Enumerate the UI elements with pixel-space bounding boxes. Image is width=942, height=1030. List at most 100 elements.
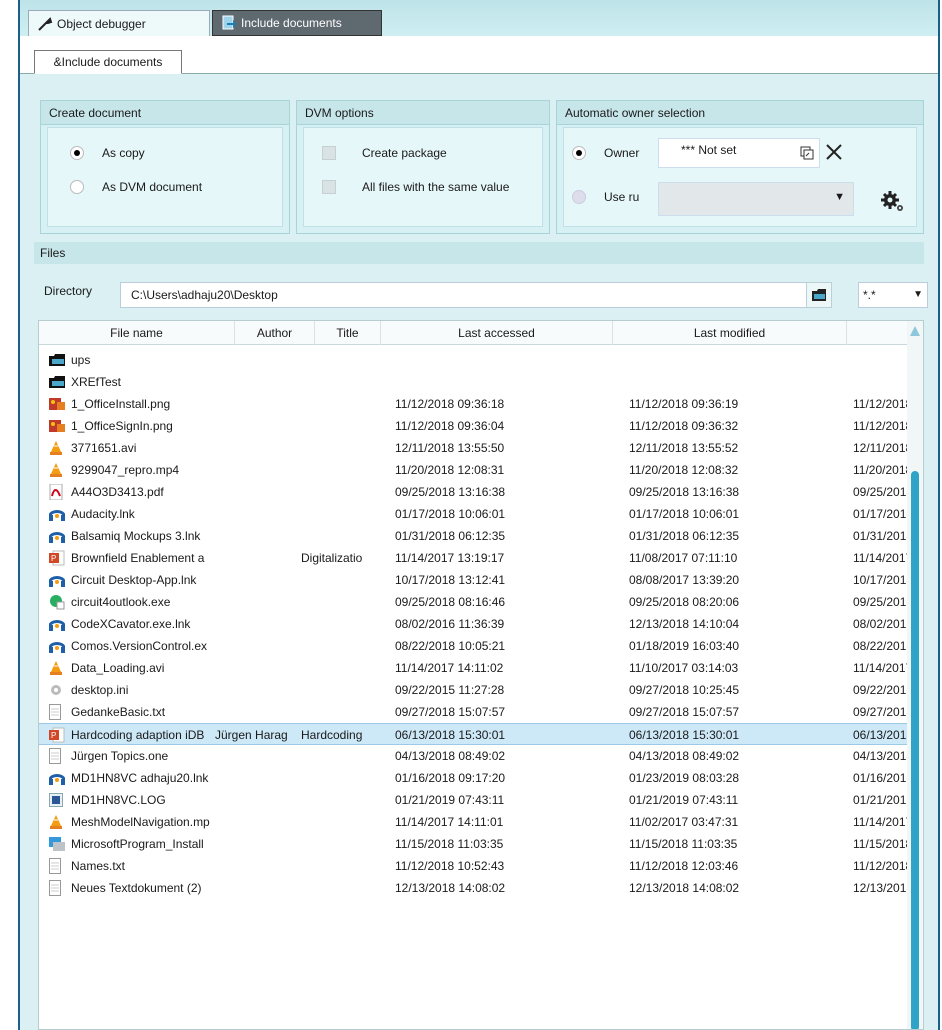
- radio-label: As DVM document: [102, 180, 203, 194]
- files-section-header: Files: [34, 242, 924, 264]
- file-date-extra: 12/11/2018: [853, 441, 913, 455]
- file-row[interactable]: P Brownfield Enablement a Digitalizatio 11/…: [39, 547, 912, 569]
- svg-text:P: P: [51, 731, 56, 740]
- tab-object-debugger[interactable]: Object debugger: [28, 10, 210, 36]
- folder-icon: [49, 349, 67, 371]
- file-date-extra: 11/20/2018: [853, 463, 913, 477]
- select-owner-icon[interactable]: [799, 145, 815, 161]
- file-last-modified: 06/13/2018 15:30:01: [629, 728, 740, 742]
- file-row[interactable]: desktop.ini 09/22/2015 11:27:28 09/27/2018…: [39, 679, 913, 701]
- svg-text:P: P: [51, 554, 56, 563]
- tab-label: Object debugger: [57, 16, 146, 31]
- column-last-accessed[interactable]: Last accessed: [381, 321, 613, 345]
- file-last-modified: 11/12/2018 09:36:32: [629, 419, 739, 433]
- clear-owner-icon[interactable]: [822, 140, 846, 164]
- file-name: Balsamiq Mockups 3.lnk: [71, 529, 201, 543]
- radio-button[interactable]: [70, 180, 84, 194]
- column-author[interactable]: Author: [235, 321, 315, 345]
- file-filter-dropdown[interactable]: *.* ▼: [858, 282, 928, 308]
- file-last-accessed: 04/13/2018 08:49:02: [395, 749, 506, 763]
- file-row[interactable]: Comos.VersionControl.ex 08/22/2018 10:05:…: [39, 635, 913, 657]
- vlc-media-icon: [49, 811, 67, 833]
- file-date-extra: 11/15/2018: [853, 837, 913, 851]
- file-list[interactable]: File name Author Title Last accessed Las…: [38, 320, 924, 1030]
- file-row[interactable]: Names.txt 11/12/2018 10:52:43 11/12/2018 1…: [39, 855, 912, 877]
- file-name: 1_OfficeInstall.png: [71, 397, 171, 411]
- radio-as-copy[interactable]: As copy: [70, 146, 145, 160]
- owner-field[interactable]: *** Not set: [658, 138, 820, 168]
- filter-value: *.*: [863, 288, 876, 302]
- checkbox[interactable]: [322, 180, 336, 194]
- file-name: XREfTest: [71, 375, 122, 389]
- file-last-accessed: 10/17/2018 13:12:41: [395, 573, 506, 587]
- owner-value: *** Not set: [681, 143, 737, 157]
- text-file-icon: [49, 745, 67, 767]
- file-name: Names.txt: [71, 859, 126, 873]
- file-last-modified: 11/20/2018 12:08:32: [629, 463, 739, 477]
- gear-icon[interactable]: [876, 184, 910, 218]
- column-extra[interactable]: [847, 321, 909, 345]
- file-name: Circuit Desktop-App.lnk: [71, 573, 197, 587]
- checkbox-all-files-same-value[interactable]: All files with the same value: [322, 180, 509, 194]
- radio-button[interactable]: [572, 190, 586, 204]
- chevron-down-icon: ▼: [834, 191, 845, 203]
- file-row[interactable]: Balsamiq Mockups 3.lnk 01/31/2018 06:12:3…: [39, 525, 913, 547]
- file-last-modified: 04/13/2018 08:49:02: [629, 749, 740, 763]
- file-last-modified: 11/12/2018 09:36:19: [629, 397, 739, 411]
- file-row[interactable]: Jürgen Topics.one 04/13/2018 08:49:02 04/1…: [39, 745, 913, 767]
- checkbox-label: Create package: [362, 146, 447, 160]
- file-row[interactable]: GedankeBasic.txt 09/27/2018 15:07:57 09/27…: [39, 701, 913, 723]
- radio-button[interactable]: [70, 146, 84, 160]
- file-name: circuit4outlook.exe: [71, 595, 171, 609]
- scroll-up-icon[interactable]: [909, 325, 921, 337]
- file-row[interactable]: CodeXCavator.exe.lnk 08/02/2016 11:36:39 1…: [39, 613, 913, 635]
- file-row[interactable]: Data_Loading.avi 11/14/2017 14:11:02 11/10…: [39, 657, 912, 679]
- tab-include-documents-sub[interactable]: &Include documents: [34, 50, 182, 74]
- sub-tab-strip: &Include documents: [20, 36, 938, 74]
- file-name: Brownfield Enablement a: [71, 551, 205, 565]
- settings-file-icon: [49, 679, 67, 701]
- file-row[interactable]: MicrosoftProgram_Install 11/15/2018 11:03…: [39, 833, 912, 855]
- file-row[interactable]: Circuit Desktop-App.lnk 10/17/2018 13:12:…: [39, 569, 913, 591]
- file-date-extra: 11/14/2017: [853, 815, 913, 829]
- checkbox-create-package[interactable]: Create package: [322, 146, 447, 160]
- directory-input[interactable]: C:\Users\adhaju20\Desktop: [120, 282, 820, 308]
- file-row[interactable]: MD1HN8VC adhaju20.lnk 01/16/2018 09:17:20…: [39, 767, 913, 789]
- document-icon: [221, 15, 237, 31]
- radio-owner[interactable]: Owner: [572, 146, 639, 160]
- column-title[interactable]: Title: [315, 321, 381, 345]
- file-date-extra: 11/14/2017: [853, 661, 913, 675]
- group-title: DVM options: [297, 101, 549, 125]
- file-row[interactable]: circuit4outlook.exe 09/25/2018 08:16:46 09…: [39, 591, 913, 613]
- file-row[interactable]: XREfTest: [39, 371, 909, 393]
- column-last-modified[interactable]: Last modified: [613, 321, 847, 345]
- file-row[interactable]: MD1HN8VC.LOG 01/21/2019 07:43:11 01/21/201…: [39, 789, 913, 811]
- file-last-modified: 01/18/2019 16:03:40: [629, 639, 740, 653]
- file-row[interactable]: 1_OfficeInstall.png 11/12/2018 09:36:18 11…: [39, 393, 912, 415]
- vertical-scrollbar[interactable]: [907, 321, 923, 1029]
- browse-folder-icon[interactable]: [806, 282, 832, 308]
- file-name: A44O3D3413.pdf: [71, 485, 164, 499]
- file-row[interactable]: 9299047_repro.mp4 11/20/2018 12:08:31 11/2…: [39, 459, 912, 481]
- file-row[interactable]: ups: [39, 349, 909, 371]
- file-name: Audacity.lnk: [71, 507, 135, 521]
- group-body: Owner *** Not set Use ru ▼: [563, 127, 917, 227]
- checkbox[interactable]: [322, 146, 336, 160]
- radio-as-dvm-document[interactable]: As DVM document: [70, 180, 202, 194]
- file-row[interactable]: Neues Textdokument (2) 12/13/2018 14:08:0…: [39, 877, 913, 899]
- file-row[interactable]: MeshModelNavigation.mp 11/14/2017 14:11:0…: [39, 811, 912, 833]
- scrollbar-thumb[interactable]: [911, 471, 919, 1029]
- file-row[interactable]: A44O3D3413.pdf 09/25/2018 13:16:38 09/25/2…: [39, 481, 913, 503]
- file-row[interactable]: 1_OfficeSignIn.png 11/12/2018 09:36:04 11/…: [39, 415, 912, 437]
- shortcut-icon: [49, 525, 67, 547]
- radio-use-ru[interactable]: Use ru: [572, 190, 639, 204]
- file-row[interactable]: Audacity.lnk 01/17/2018 10:06:01 01/17/201…: [39, 503, 913, 525]
- radio-button[interactable]: [572, 146, 586, 160]
- tab-include-documents[interactable]: Include documents: [212, 10, 382, 36]
- file-row[interactable]: P Hardcoding adaption iDB Jürgen Harag Hard…: [39, 723, 913, 745]
- file-row[interactable]: 3771651.avi 12/11/2018 13:55:50 12/11/2018…: [39, 437, 912, 459]
- chevron-down-icon: ▼: [913, 289, 923, 300]
- use-ru-dropdown[interactable]: ▼: [658, 182, 854, 216]
- directory-label: Directory: [44, 284, 93, 298]
- column-file-name[interactable]: File name: [39, 321, 235, 345]
